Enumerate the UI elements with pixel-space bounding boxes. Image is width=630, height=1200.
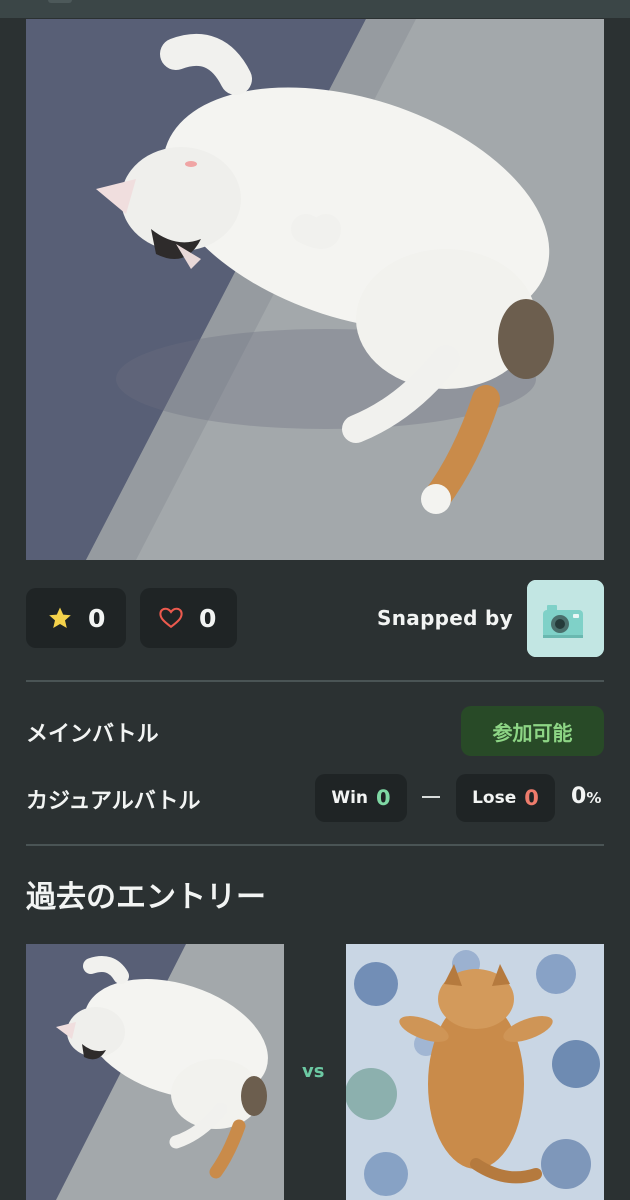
win-rate-value: 0 — [571, 784, 587, 809]
main-battle-label: メインバトル — [26, 722, 159, 747]
lose-count: 0 — [524, 786, 539, 810]
win-count-badge: Win 0 — [315, 774, 407, 822]
star-icon — [48, 606, 72, 630]
separator-dash — [422, 796, 440, 798]
like-count: 0 — [199, 603, 217, 633]
star-count: 0 — [88, 603, 106, 633]
star-count-button[interactable]: 0 — [26, 588, 126, 648]
snapped-by-label: Snapped by — [377, 606, 513, 630]
past-entry-right-photo[interactable] — [346, 944, 604, 1200]
main-battle-status-button[interactable]: 参加可能 — [461, 706, 604, 756]
win-label: Win — [331, 788, 369, 808]
lose-label: Lose — [472, 788, 517, 808]
divider — [26, 680, 604, 682]
entry-photo[interactable] — [26, 19, 604, 560]
photographer-avatar[interactable] — [527, 580, 604, 657]
win-count: 0 — [376, 786, 391, 810]
lose-count-badge: Lose 0 — [456, 774, 555, 822]
top-bar-handle — [48, 0, 72, 3]
win-rate: 0% — [571, 784, 601, 809]
casual-battle-label: カジュアルバトル — [26, 789, 201, 814]
top-bar — [0, 0, 630, 18]
heart-icon — [159, 606, 183, 630]
like-count-button[interactable]: 0 — [140, 588, 237, 648]
past-entry-left-photo[interactable] — [26, 944, 284, 1200]
versus-label: vs — [302, 1061, 325, 1082]
past-entries-title: 過去のエントリー — [26, 880, 266, 915]
win-rate-unit: % — [586, 789, 602, 807]
camera-icon — [527, 580, 604, 657]
divider — [26, 844, 604, 846]
